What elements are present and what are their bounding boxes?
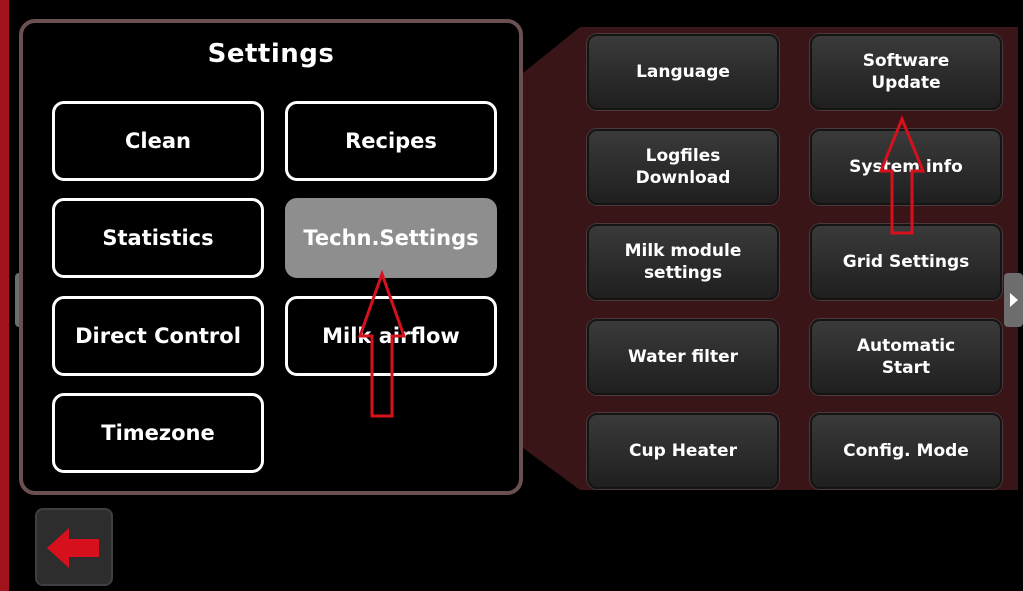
chevron-right-icon	[1010, 293, 1018, 307]
milk-airflow-button[interactable]: Milk airflow	[285, 296, 497, 376]
software-update-label-line1: Software	[862, 51, 950, 71]
direct-control-button[interactable]: Direct Control	[52, 296, 264, 376]
cup-heater-label: Cup Heater	[629, 441, 737, 461]
language-button[interactable]: Language	[587, 34, 779, 110]
system-info-label: System info	[849, 157, 963, 177]
clean-button-label: Clean	[125, 129, 191, 153]
cup-heater-button[interactable]: Cup Heater	[587, 413, 779, 489]
water-filter-button[interactable]: Water filter	[587, 319, 779, 395]
back-arrow-icon	[47, 528, 99, 568]
language-label: Language	[636, 62, 730, 82]
config-mode-label: Config. Mode	[843, 441, 969, 461]
config-mode-button[interactable]: Config. Mode	[810, 413, 1002, 489]
settings-panel: Settings Clean Recipes Statistics Techn.…	[19, 19, 523, 495]
statistics-button-label: Statistics	[102, 226, 214, 250]
milk-module-settings-label-line2: settings	[643, 263, 723, 283]
software-update-button[interactable]: Software Update	[810, 34, 1002, 110]
clean-button[interactable]: Clean	[52, 101, 264, 181]
recipes-button[interactable]: Recipes	[285, 101, 497, 181]
milk-airflow-button-label: Milk airflow	[322, 324, 460, 348]
automatic-start-label-line1: Automatic	[856, 336, 956, 356]
back-button[interactable]	[35, 508, 113, 586]
software-update-label-line2: Update	[871, 73, 941, 93]
scroll-right-handle[interactable]	[1004, 273, 1023, 327]
statistics-button[interactable]: Statistics	[52, 198, 264, 278]
techn-settings-button-label: Techn.Settings	[303, 226, 479, 250]
automatic-start-label-line2: Start	[881, 358, 931, 378]
recipes-button-label: Recipes	[345, 129, 437, 153]
grid-settings-label: Grid Settings	[842, 252, 970, 272]
timezone-button[interactable]: Timezone	[52, 393, 264, 473]
techn-settings-button[interactable]: Techn.Settings	[285, 198, 497, 278]
water-filter-label: Water filter	[627, 347, 739, 367]
timezone-button-label: Timezone	[101, 421, 215, 445]
direct-control-button-label: Direct Control	[75, 324, 241, 348]
milk-module-settings-button[interactable]: Milk module settings	[587, 224, 779, 300]
milk-module-settings-label-line1: Milk module	[624, 241, 742, 261]
settings-screen: Settings Clean Recipes Statistics Techn.…	[0, 0, 1023, 591]
system-info-button[interactable]: System info	[810, 129, 1002, 205]
logfiles-download-label-line2: Download	[635, 168, 731, 188]
logfiles-download-button[interactable]: Logfiles Download	[587, 129, 779, 205]
logfiles-download-label-line1: Logfiles	[645, 146, 721, 166]
page-title: Settings	[207, 39, 335, 69]
automatic-start-button[interactable]: Automatic Start	[810, 319, 1002, 395]
grid-settings-button[interactable]: Grid Settings	[810, 224, 1002, 300]
